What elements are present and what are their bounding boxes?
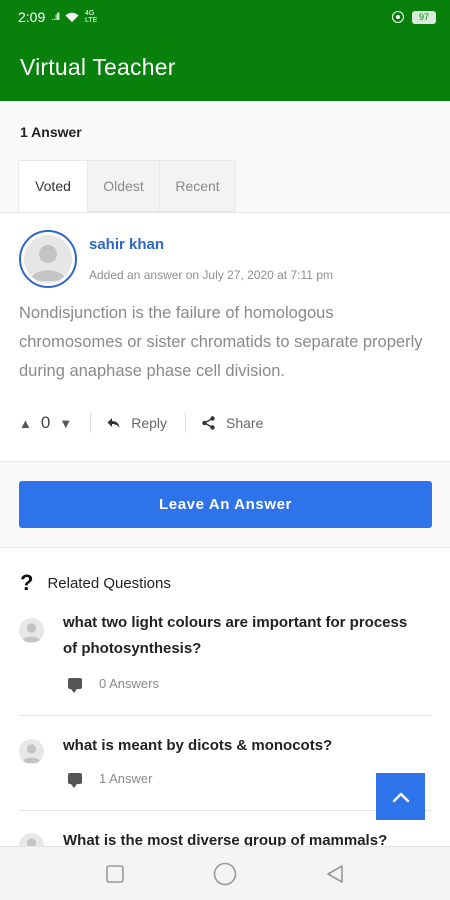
question-mark-icon: ? <box>20 570 34 595</box>
comment-icon <box>68 773 82 788</box>
home-button[interactable] <box>205 854 245 894</box>
comment-icon <box>68 678 82 693</box>
avatar-placeholder-icon <box>19 739 44 764</box>
avatar-placeholder-icon <box>24 235 72 283</box>
status-time: 2:09 <box>18 9 46 25</box>
chevron-up-icon <box>392 792 409 802</box>
reply-button[interactable]: Reply <box>107 415 167 431</box>
wifi-icon <box>65 12 79 22</box>
share-icon <box>202 416 215 430</box>
answer-count: 1 Answer <box>20 124 82 140</box>
related-questions-heading: ? Related Questions <box>20 570 171 596</box>
related-question-answers: 1 Answer <box>68 771 153 788</box>
related-question-title[interactable]: what is meant by dicots & monocots? <box>63 733 423 759</box>
main-content[interactable]: 1 Answer Voted Oldest Recent sahir khan … <box>0 101 450 846</box>
avatar-placeholder-icon <box>19 833 44 846</box>
divider <box>185 413 187 433</box>
status-bar: 2:09 ..ıll 4G LTE 97 <box>0 0 450 34</box>
divider <box>19 715 432 716</box>
upvote-icon[interactable]: ▲ <box>19 416 32 431</box>
answer-author[interactable]: sahir khan <box>89 236 164 253</box>
reply-icon <box>107 418 120 428</box>
answer-count-label: 0 Answers <box>99 676 159 691</box>
scroll-to-top-button[interactable] <box>376 773 425 820</box>
answer-card: sahir khan Added an answer on July 27, 2… <box>0 212 450 462</box>
avatar[interactable] <box>19 230 77 288</box>
share-label: Share <box>226 415 264 431</box>
network-sub-label: LTE <box>85 17 98 24</box>
answer-actions: ▲ 0 ▼ Reply Share <box>19 410 263 436</box>
app-bar: Virtual Teacher <box>0 34 450 101</box>
vote-count: 0 <box>40 413 51 432</box>
answer-count-label: 1 Answer <box>99 771 153 786</box>
record-icon <box>392 11 404 23</box>
system-nav-bar <box>0 846 450 900</box>
answer-text: Nondisjunction is the failure of homolog… <box>19 304 423 380</box>
signal-icon: ..ıll <box>51 11 60 23</box>
share-button[interactable]: Share <box>202 415 263 431</box>
app-title: Virtual Teacher <box>20 54 176 80</box>
answer-sort-tabs: Voted Oldest Recent <box>18 160 236 212</box>
back-button[interactable] <box>315 854 355 894</box>
related-question-title[interactable]: What is the most diverse group of mammal… <box>63 828 423 846</box>
related-question-answers: 0 Answers <box>68 676 159 693</box>
battery-icon: 97 <box>412 10 436 24</box>
downvote-icon[interactable]: ▼ <box>59 416 72 431</box>
reply-label: Reply <box>131 415 168 431</box>
back-triangle-icon <box>327 864 343 883</box>
tab-oldest[interactable]: Oldest <box>88 160 160 212</box>
tab-recent[interactable]: Recent <box>160 160 236 212</box>
status-bar-right: 97 <box>392 10 436 24</box>
leave-answer-button[interactable]: Leave An Answer <box>19 481 432 528</box>
battery-level: 97 <box>418 12 429 22</box>
network-label: 4G <box>85 10 95 17</box>
network-type: 4G LTE <box>85 10 97 24</box>
square-icon <box>106 864 124 883</box>
answer-meta: Added an answer on July 27, 2020 at 7:11… <box>89 268 333 282</box>
tab-voted[interactable]: Voted <box>18 160 88 212</box>
recents-button[interactable] <box>95 854 135 894</box>
related-question-title[interactable]: what two light colours are important for… <box>63 610 423 662</box>
avatar-placeholder-icon <box>19 618 44 643</box>
divider <box>19 810 432 811</box>
circle-icon <box>213 862 237 885</box>
divider <box>90 413 92 433</box>
related-questions-title: Related Questions <box>47 574 171 592</box>
status-bar-left: 2:09 ..ıll 4G LTE <box>18 9 97 25</box>
